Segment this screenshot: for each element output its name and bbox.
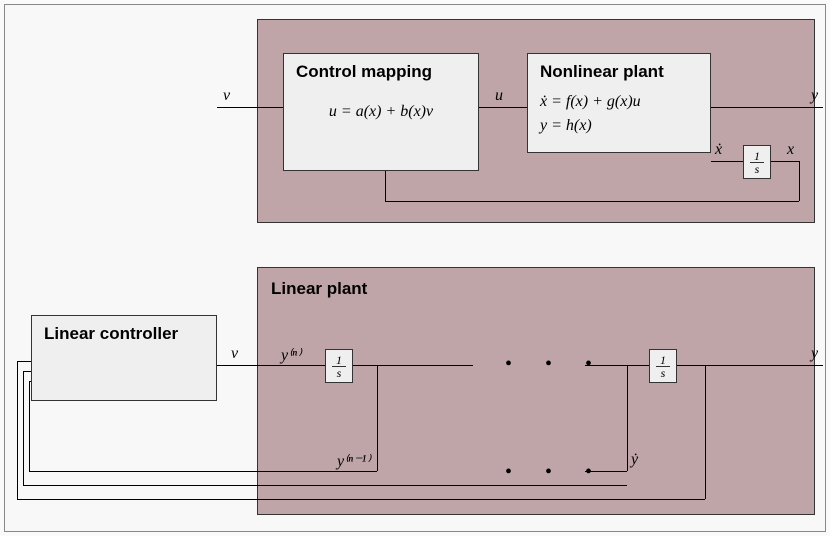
wire-fb3-up xyxy=(17,361,18,499)
wire-x-back xyxy=(385,201,799,202)
wire-u xyxy=(479,107,527,108)
wire-mid1 xyxy=(353,365,473,366)
signal-v: v xyxy=(223,87,230,105)
linear-plant-title: Linear plant xyxy=(271,279,367,299)
diagram-frame: v Control mapping u = a(x) + b(x)v u Non… xyxy=(4,4,826,532)
wire-x-down xyxy=(799,161,800,201)
signal-v-bottom: v xyxy=(231,345,238,363)
signal-y-top: y xyxy=(811,87,818,105)
nonlinear-plant-eq1: ẋ = f(x) + g(x)u xyxy=(540,90,698,114)
wire-y-top xyxy=(711,107,823,108)
integrator-b2: 1 s xyxy=(649,349,677,383)
integrator-top: 1 s xyxy=(743,145,771,179)
wire-fb1-in xyxy=(29,381,31,382)
wire-tap2-down xyxy=(627,365,628,471)
wire-tap3-down xyxy=(705,365,706,499)
integrator-b2-den: s xyxy=(656,367,670,379)
wire-y-bottom xyxy=(677,365,823,366)
integrator-top-den: s xyxy=(750,163,764,175)
ellipsis-bottom: • • • xyxy=(505,461,606,484)
control-mapping-block: Control mapping u = a(x) + b(x)v xyxy=(283,53,479,171)
wire-tap2-label xyxy=(585,471,627,472)
wire-tap1-down xyxy=(377,365,378,471)
nonlinear-plant-title: Nonlinear plant xyxy=(540,62,698,82)
signal-ydot: ẏ xyxy=(631,451,638,469)
wire-fb2-in xyxy=(23,371,31,372)
wire-x-up xyxy=(385,171,386,201)
signal-x: x xyxy=(787,141,794,159)
signal-u: u xyxy=(495,87,503,105)
signal-yn: y⁽ⁿ⁾ xyxy=(281,345,301,365)
integrator-top-num: 1 xyxy=(750,150,764,163)
wire-x-out xyxy=(771,161,799,162)
wire-mid2 xyxy=(585,365,649,366)
integrator-b1: 1 s xyxy=(325,349,353,383)
control-mapping-title: Control mapping xyxy=(296,62,466,82)
wire-fb3-in xyxy=(17,361,31,362)
signal-xdot: ẋ xyxy=(715,141,722,159)
integrator-b2-num: 1 xyxy=(656,354,670,367)
signal-yn1: y⁽ⁿ⁻¹⁾ xyxy=(337,451,370,471)
signal-y-bottom: y xyxy=(811,345,818,363)
wire-tap2-back-outer xyxy=(23,485,627,486)
integrator-b1-num: 1 xyxy=(332,354,346,367)
linear-controller-title: Linear controller xyxy=(44,324,204,344)
integrator-b1-den: s xyxy=(332,367,346,379)
control-mapping-equation: u = a(x) + b(x)v xyxy=(296,100,466,124)
wire-tap3-back xyxy=(17,499,705,500)
nonlinear-plant-block: Nonlinear plant ẋ = f(x) + g(x)u y = h(x… xyxy=(527,53,711,153)
wire-v-bottom xyxy=(217,365,325,366)
wire-fb1-up xyxy=(29,381,30,471)
linear-controller-block: Linear controller xyxy=(31,315,217,401)
wire-v-in xyxy=(217,107,283,108)
wire-xdot xyxy=(711,161,743,162)
wire-tap1-back xyxy=(29,471,377,472)
wire-fb2-up xyxy=(23,371,24,485)
nonlinear-plant-eq2: y = h(x) xyxy=(540,114,698,138)
